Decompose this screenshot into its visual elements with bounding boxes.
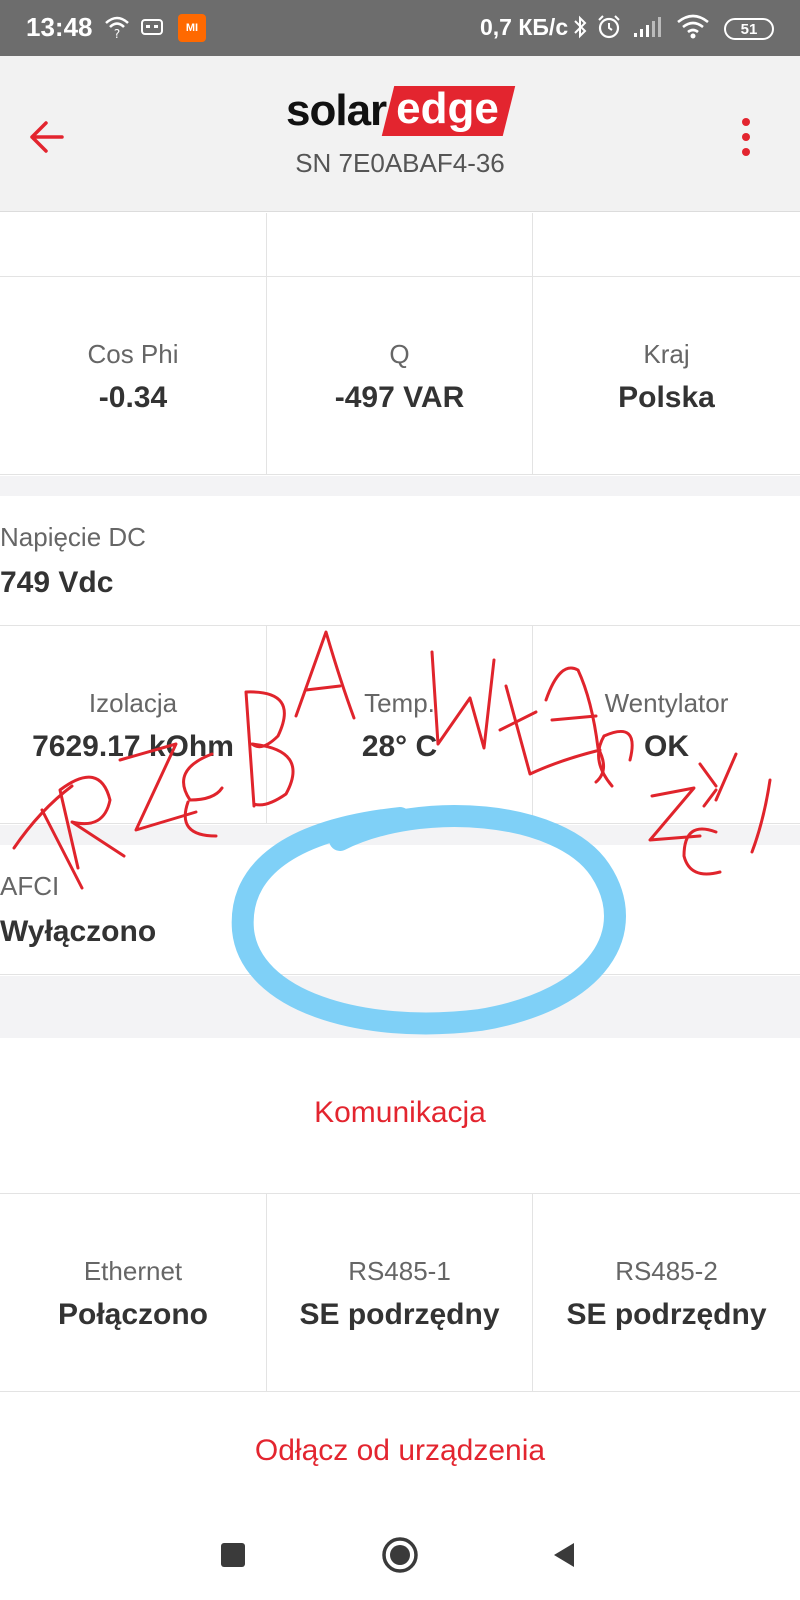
back-icon[interactable] <box>540 1530 590 1580</box>
ethernet-cell: Ethernet Połączono <box>0 1194 267 1391</box>
cell-label: RS485-2 <box>615 1256 718 1286</box>
cell-value: -0.34 <box>98 381 168 414</box>
afci-label: AFCI <box>0 871 60 901</box>
wifi-icon <box>676 14 710 40</box>
home-icon[interactable] <box>375 1530 425 1580</box>
rs485-2-cell: RS485-2 SE podrzędny <box>533 1194 800 1391</box>
serial-number: SN 7E0ABAF4-36 <box>295 148 505 178</box>
cell-label: Ethernet <box>83 1256 183 1286</box>
cell-label: Wentylator <box>604 688 729 718</box>
cell-value: 28° C <box>361 730 438 763</box>
dc-voltage-value: 749 Vdc <box>0 566 114 599</box>
wifi-question-icon: ? <box>104 14 130 40</box>
q-cell: Q -497 VAR <box>267 277 533 474</box>
vr-icon <box>140 14 164 40</box>
network-speed: 0,7 КБ/с <box>480 14 569 40</box>
afci-value: Wyłączono <box>0 915 157 948</box>
cell-value: SE podrzędny <box>299 1298 500 1331</box>
cell-value: 7629.17 kOhm <box>32 730 234 763</box>
section-gap <box>0 825 800 845</box>
fan-cell: Wentylator OK <box>533 626 800 823</box>
mi-app-icon: MI <box>178 14 206 42</box>
alarm-icon <box>596 14 622 40</box>
more-options-icon[interactable] <box>728 112 764 172</box>
section-gap <box>0 976 800 1038</box>
cell-value: SE podrzędny <box>566 1298 767 1331</box>
cell-label: Q <box>389 339 410 369</box>
cell-label: RS485-1 <box>348 1256 451 1286</box>
cell-label: Izolacja <box>88 688 178 718</box>
logo-edge-text: edge <box>388 86 509 136</box>
signal-icon <box>632 14 662 40</box>
partial-row <box>0 213 800 277</box>
country-cell: Kraj Polska <box>533 277 800 474</box>
cell-label: Kraj <box>643 339 690 369</box>
cell-value: Polska <box>618 381 715 414</box>
recent-apps-icon[interactable] <box>208 1530 258 1580</box>
cell-value: OK <box>644 730 689 763</box>
battery-icon: 51 <box>724 18 774 40</box>
cell-label: Temp. <box>364 688 435 718</box>
bluetooth-icon <box>572 14 588 40</box>
disconnect-button[interactable]: Odłącz od urządzenia <box>0 1434 800 1468</box>
cell-label: Cos Phi <box>87 339 179 369</box>
measurement-row-2: Izolacja 7629.17 kOhm Temp. 28° C Wentyl… <box>0 626 800 824</box>
svg-text:?: ? <box>114 27 120 39</box>
dc-voltage-label: Napięcie DC <box>0 522 146 552</box>
communication-row: Ethernet Połączono RS485-1 SE podrzędny … <box>0 1194 800 1392</box>
rs485-1-cell: RS485-1 SE podrzędny <box>267 1194 533 1391</box>
status-bar: 13:48 ? MI 0,7 КБ/с 51 <box>0 0 800 56</box>
section-gap <box>0 476 800 496</box>
measurement-row-1: Cos Phi -0.34 Q -497 VAR Kraj Polska <box>0 277 800 475</box>
cell-value: -497 VAR <box>334 381 465 414</box>
isolation-cell: Izolacja 7629.17 kOhm <box>0 626 267 823</box>
temperature-cell: Temp. 28° C <box>267 626 533 823</box>
app-header: solar edge SN 7E0ABAF4-36 <box>0 56 800 212</box>
logo-solar-text: solar <box>286 86 387 135</box>
status-time: 13:48 <box>26 12 93 42</box>
afci-row: AFCI Wyłączono <box>0 845 800 975</box>
navigation-bar <box>0 1506 800 1600</box>
solaredge-logo: solar edge <box>286 86 509 136</box>
cell-value: Połączono <box>57 1298 208 1331</box>
cos-phi-cell: Cos Phi -0.34 <box>0 277 267 474</box>
communication-title: Komunikacja <box>314 1096 486 1129</box>
dc-voltage-row: Napięcie DC 749 Vdc <box>0 496 800 626</box>
